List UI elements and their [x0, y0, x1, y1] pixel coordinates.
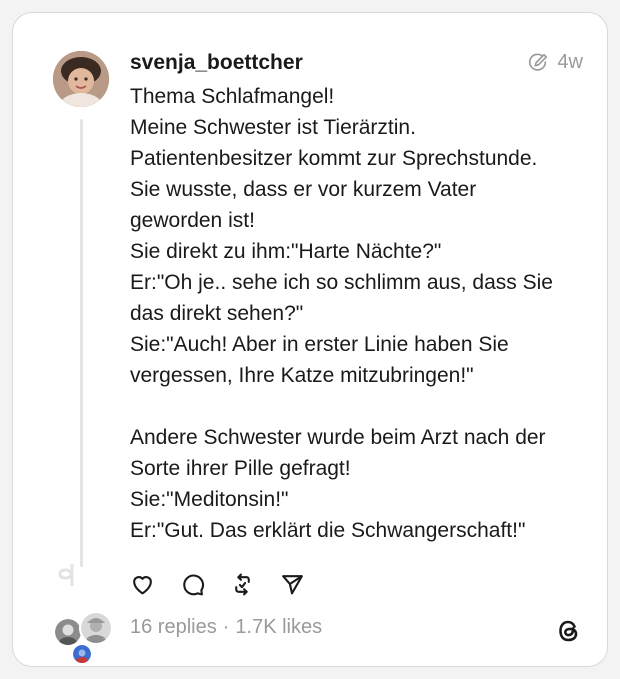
- comment-icon: [182, 574, 204, 595]
- post-stats: 16 replies · 1.7K likes: [130, 616, 322, 639]
- post-line: Sie direkt zu ihm:"Harte Nächte?": [130, 240, 442, 263]
- like-button[interactable]: [129, 571, 155, 597]
- heart-icon: [132, 575, 152, 594]
- post-line: [130, 391, 590, 422]
- likes-count[interactable]: 1.7K likes: [235, 616, 322, 639]
- post-line: Sorte ihrer Pille gefragt!: [130, 457, 351, 480]
- post-line: Sie:"Meditonsin!": [130, 488, 289, 511]
- post-time[interactable]: 4w: [557, 51, 583, 74]
- post-body: Thema Schlafmangel! Meine Schwester ist …: [130, 81, 590, 546]
- pen-circle-icon: [529, 52, 548, 71]
- post-line: Meine Schwester ist Tierärztin.: [130, 116, 416, 139]
- post-line: Sie:"Auch! Aber in erster Linie haben Si…: [130, 333, 509, 356]
- reply-avatar: [71, 643, 93, 665]
- threads-logo-icon[interactable]: [555, 617, 583, 645]
- post-line: Patientenbesitzer kommt zur Sprechstunde…: [130, 147, 538, 170]
- post-line: Sie wusste, dass er vor kurzem Vater: [130, 178, 477, 201]
- thread-connector: [80, 119, 83, 567]
- post-line: Er:"Gut. Das erklärt die Schwangerschaft…: [130, 519, 526, 542]
- thread-loop-icon: [58, 564, 74, 586]
- replies-count[interactable]: 16 replies: [130, 616, 217, 639]
- post-line: das direkt sehen?": [130, 302, 304, 325]
- stats-separator: ·: [222, 616, 230, 638]
- share-button[interactable]: [279, 571, 305, 597]
- reply-avatar: [79, 611, 113, 645]
- post-line: Er:"Oh je.. sehe ich so schlimm aus, das…: [130, 271, 553, 294]
- post-line: Thema Schlafmangel!: [130, 85, 335, 108]
- post-meta: 4w: [527, 51, 583, 74]
- post-line: Andere Schwester wurde beim Arzt nach de…: [130, 426, 546, 449]
- user-avatar[interactable]: [53, 51, 109, 107]
- reply-button[interactable]: [179, 571, 205, 597]
- post-line: vergessen, Ihre Katze mitzubringen!": [130, 364, 474, 387]
- post-card: svenja_boettcher 4w Thema Schlafmangel! …: [12, 12, 608, 667]
- repost-button[interactable]: [229, 571, 255, 597]
- action-bar: [129, 571, 305, 597]
- reply-avatars[interactable]: [53, 611, 113, 665]
- send-icon: [281, 574, 303, 594]
- username[interactable]: svenja_boettcher: [130, 51, 303, 75]
- post-line: geworden ist!: [130, 209, 255, 232]
- repost-icon: [234, 573, 250, 595]
